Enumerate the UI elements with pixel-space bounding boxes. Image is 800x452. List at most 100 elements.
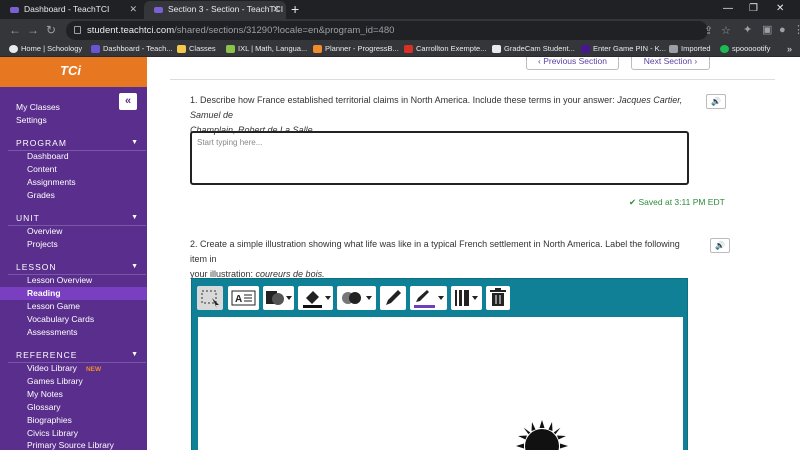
line-color-tool-icon: [414, 290, 444, 308]
question-2-prompt: 2. Create a simple illustration showing …: [190, 239, 680, 279]
sidebar-item-projects[interactable]: Projects: [0, 238, 147, 251]
tci-icon: [91, 45, 100, 53]
caret-down-icon: ▼: [131, 263, 139, 270]
drawing-canvas[interactable]: [198, 317, 683, 450]
sidebar-item-games-library[interactable]: Games Library: [0, 375, 147, 388]
tab-section-3[interactable]: Section 3 - Section - TeachTCI ✕: [144, 1, 286, 19]
folder-icon: [669, 45, 678, 53]
bookmark-folder-imported[interactable]: Imported: [669, 42, 711, 56]
main-content: ‹ Previous Section Next Section › 1. Des…: [147, 57, 800, 450]
tab-dashboard[interactable]: Dashboard - TeachTCI ✕: [0, 1, 143, 19]
tci-favicon-icon: [10, 7, 19, 13]
shape-tool-button[interactable]: [263, 286, 294, 310]
bookmark-ixl[interactable]: IXL | Math, Langua...: [226, 42, 307, 56]
sidebar-section-program[interactable]: PROGRAM ▼: [0, 136, 147, 150]
close-window-icon[interactable]: ✕: [776, 0, 784, 17]
browser-toolbar: ← → ↻ student.teachtci.com/shared/sectio…: [0, 19, 800, 42]
trash-tool-button[interactable]: [486, 286, 510, 310]
extensions-icon[interactable]: ✦: [743, 23, 752, 37]
bookmark-dashboard[interactable]: Dashboard - Teach...: [91, 42, 173, 56]
sidebar-item-glossary[interactable]: Glossary: [0, 401, 147, 414]
speaker-icon: 🔊: [715, 241, 725, 250]
classes-icon: [177, 45, 186, 53]
sidebar-link-my-classes[interactable]: My Classes: [16, 101, 60, 113]
sidebar-item-overview[interactable]: Overview: [0, 225, 147, 238]
kahoot-icon: [581, 45, 590, 53]
menu-icon[interactable]: ⋮: [793, 23, 800, 37]
divider: [170, 79, 775, 80]
shape-tool-icon: [266, 291, 292, 305]
sidebar-item-dashboard[interactable]: Dashboard: [0, 150, 147, 163]
lock-icon: [74, 26, 81, 34]
line-width-tool-button[interactable]: [451, 286, 482, 310]
bookmark-carrollton[interactable]: Carrollton Exempte...: [404, 42, 486, 56]
select-tool-button[interactable]: [197, 286, 223, 310]
text-tool-button[interactable]: A: [228, 286, 259, 310]
back-arrow-icon[interactable]: ←: [9, 22, 21, 38]
sidebar-item-video-library[interactable]: Video Library NEW: [0, 362, 147, 375]
bookmarks-bar: Home | Schoology Dashboard - Teach... Cl…: [0, 42, 800, 57]
saved-status: ✔ Saved at 3:11 PM EDT: [629, 197, 725, 207]
sidebar-link-settings[interactable]: Settings: [16, 114, 47, 126]
caret-down-icon: ▼: [131, 214, 139, 221]
close-tab-icon[interactable]: ✕: [272, 1, 280, 18]
share-icon[interactable]: ⇪: [704, 24, 713, 38]
pencil-tool-button[interactable]: [380, 286, 406, 310]
sidebar-item-primary-source-library[interactable]: Primary Source Library: [0, 439, 147, 452]
new-badge: NEW: [85, 366, 102, 373]
sidebar-item-content[interactable]: Content: [0, 163, 147, 176]
sidebar-item-assessments[interactable]: Assessments: [0, 326, 147, 339]
sidebar-section-lesson[interactable]: LESSON ▼: [0, 260, 147, 274]
carrollton-icon: [404, 45, 413, 53]
minimize-icon[interactable]: —: [723, 0, 733, 17]
svg-text:A: A: [235, 294, 242, 305]
drawing-editor: A: [191, 278, 688, 450]
answer-placeholder: Start typing here...: [197, 138, 263, 147]
sidebar-item-grades[interactable]: Grades: [0, 189, 147, 202]
opacity-tool-button[interactable]: [337, 286, 376, 310]
chevron-right-icon: ›: [692, 57, 698, 66]
tci-logo[interactable]: TCi: [60, 63, 81, 78]
sidebar-section-unit[interactable]: UNIT ▼: [0, 211, 147, 225]
browser-tabstrip: Dashboard - TeachTCI ✕ Section 3 - Secti…: [0, 0, 800, 19]
bookmark-gradecam[interactable]: GradeCam Student...: [492, 42, 575, 56]
collapse-sidebar-button[interactable]: «: [119, 93, 137, 110]
sidebar-section-reference[interactable]: REFERENCE ▼: [0, 348, 147, 362]
sidebar-item-vocabulary-cards[interactable]: Vocabulary Cards: [0, 313, 147, 326]
profile-icon[interactable]: ●: [779, 23, 786, 37]
question-1-audio-button[interactable]: 🔊: [706, 94, 726, 109]
sidebar-item-lesson-overview[interactable]: Lesson Overview: [0, 274, 147, 287]
line-width-tool-icon: [455, 290, 478, 306]
maximize-icon[interactable]: ❐: [749, 0, 758, 17]
sidebar-item-lesson-game[interactable]: Lesson Game: [0, 300, 147, 313]
select-tool-icon: [201, 290, 219, 308]
new-tab-button[interactable]: +: [291, 1, 299, 17]
bookmarks-overflow-icon[interactable]: »: [787, 42, 792, 56]
sidebar-item-assignments[interactable]: Assignments: [0, 176, 147, 189]
checkmark-icon: ✔: [629, 197, 637, 207]
forward-arrow-icon[interactable]: →: [27, 22, 39, 38]
reload-icon[interactable]: ↻: [46, 22, 56, 38]
sidebar-item-reading[interactable]: Reading: [0, 287, 147, 300]
line-color-tool-button[interactable]: [410, 286, 447, 310]
question-1-answer-field[interactable]: Start typing here...: [190, 131, 689, 185]
bookmark-home-schoology[interactable]: Home | Schoology: [9, 42, 82, 56]
next-section-button[interactable]: Next Section ›: [631, 57, 710, 70]
sidebar-icon[interactable]: ▣: [762, 23, 772, 37]
sidebar-item-biographies[interactable]: Biographies: [0, 414, 147, 427]
close-tab-icon[interactable]: ✕: [129, 1, 137, 18]
fill-tool-icon: [303, 291, 331, 308]
logo-bar: TCi: [0, 57, 147, 87]
bookmark-spotify[interactable]: spoooootify: [720, 42, 770, 56]
address-bar[interactable]: student.teachtci.com/shared/sections/312…: [66, 21, 731, 40]
sidebar-item-my-notes[interactable]: My Notes: [0, 388, 147, 401]
fill-tool-button[interactable]: [298, 286, 333, 310]
star-icon[interactable]: ☆: [721, 24, 731, 38]
bookmark-kahoot[interactable]: Enter Game PIN - K...: [581, 42, 666, 56]
question-2-audio-button[interactable]: 🔊: [710, 238, 730, 253]
caret-down-icon: ▼: [131, 139, 139, 146]
bookmark-classes[interactable]: Classes: [177, 42, 216, 56]
bookmark-planner[interactable]: Planner - ProgressB...: [313, 42, 399, 56]
speaker-icon: 🔊: [711, 97, 721, 106]
previous-section-button[interactable]: ‹ Previous Section: [526, 57, 619, 70]
